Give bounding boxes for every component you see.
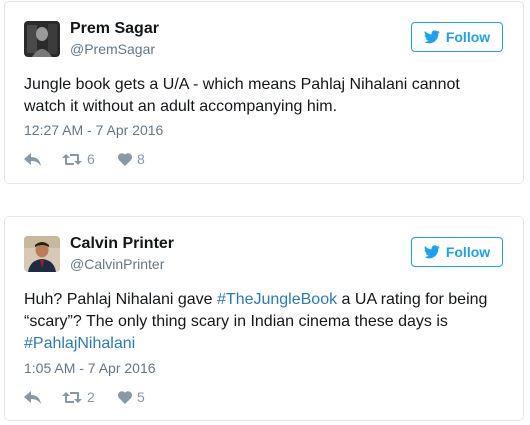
retweet-count: 2: [87, 389, 95, 405]
retweet-icon: [62, 391, 82, 403]
hashtag-link[interactable]: #PahlajNihalani: [24, 335, 135, 352]
timestamp[interactable]: 12:27 AM - 7 Apr 2016: [24, 122, 163, 138]
heart-icon: [118, 390, 132, 404]
tweet-actions: 2 5: [24, 387, 158, 407]
reply-icon: [24, 390, 41, 404]
reply-button[interactable]: [24, 390, 62, 404]
user-handle[interactable]: @PremSagar: [70, 41, 155, 57]
tweet-text-segment: Huh? Pahlaj Nihalani gave: [24, 291, 218, 308]
tweet-text: Huh? Pahlaj Nihalani gave #TheJungleBook…: [24, 289, 504, 355]
twitter-bird-icon: [423, 30, 440, 44]
hashtag-link[interactable]: #TheJungleBook: [217, 291, 337, 308]
tweet-card: Prem Sagar @PremSagar Follow Jungle book…: [4, 1, 524, 184]
twitter-bird-icon: [423, 245, 440, 259]
follow-label: Follow: [445, 244, 491, 260]
display-name[interactable]: Prem Sagar: [70, 20, 159, 38]
follow-button[interactable]: Follow: [411, 22, 503, 52]
reply-button[interactable]: [24, 152, 62, 166]
like-count: 5: [137, 389, 145, 405]
follow-label: Follow: [445, 29, 491, 45]
timestamp[interactable]: 1:05 AM - 7 Apr 2016: [24, 360, 156, 376]
retweet-count: 6: [87, 151, 95, 167]
like-button[interactable]: 8: [118, 151, 158, 167]
tweet-card: Calvin Printer @CalvinPrinter Follow Huh…: [4, 216, 524, 421]
tweet-actions: 6 8: [24, 149, 158, 169]
heart-icon: [118, 152, 132, 166]
follow-button[interactable]: Follow: [411, 237, 503, 267]
retweet-icon: [62, 153, 82, 165]
display-name[interactable]: Calvin Printer: [70, 235, 174, 253]
like-count: 8: [137, 151, 145, 167]
tweet-text: Jungle book gets a U/A - which means Pah…: [24, 76, 460, 115]
reply-icon: [24, 152, 41, 166]
like-button[interactable]: 5: [118, 389, 158, 405]
avatar[interactable]: [24, 236, 60, 272]
retweet-button[interactable]: 2: [62, 389, 118, 405]
avatar[interactable]: [24, 21, 60, 57]
retweet-button[interactable]: 6: [62, 151, 118, 167]
user-handle[interactable]: @CalvinPrinter: [70, 256, 164, 272]
